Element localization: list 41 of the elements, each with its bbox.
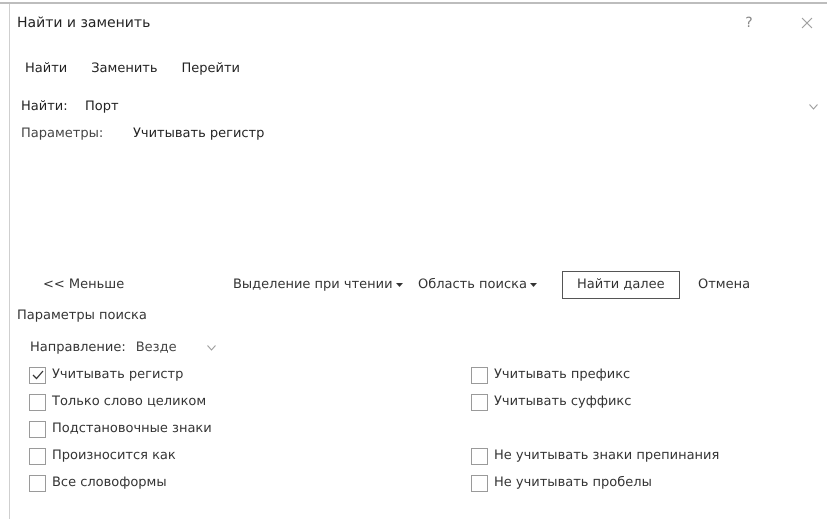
checkbox-label: Учитывать регистр	[52, 366, 184, 384]
checkbox[interactable]	[29, 394, 46, 410]
checkbox[interactable]	[471, 394, 488, 410]
help-button[interactable]: ?	[734, 12, 764, 34]
checkbox-label: Не учитывать пробелы	[494, 474, 652, 492]
checkbox[interactable]	[471, 366, 488, 384]
direction-label: Направление:	[30, 338, 126, 357]
caret-icon	[396, 282, 403, 286]
dialog-button[interactable]: Отмена	[692, 270, 756, 298]
checkbox-label: Все словоформы	[52, 474, 167, 492]
tab[interactable]: Найти	[25, 59, 68, 78]
menu-button[interactable]: Выделение при чтении	[227, 270, 409, 298]
checkbox[interactable]	[29, 474, 46, 492]
menu-button[interactable]: Область поиска	[412, 270, 543, 298]
checkbox[interactable]	[29, 448, 46, 464]
dropdown-chevron-icon	[809, 104, 818, 110]
checkbox[interactable]	[471, 448, 488, 464]
checkbox-label: Не учитывать знаки препинания	[494, 447, 720, 466]
checkmark-icon	[32, 370, 44, 380]
tab[interactable]: Перейти	[182, 59, 240, 78]
parameters-value: Учитывать регистр	[133, 124, 264, 143]
parameters-label: Параметры:	[21, 124, 104, 143]
tab[interactable]: Заменить	[91, 59, 158, 78]
dialog-button[interactable]: Найти далее	[562, 270, 680, 298]
section-title: Параметры поиска	[17, 306, 147, 324]
checkbox-label: Учитывать суффикс	[494, 393, 632, 412]
find-label: Найти:	[21, 98, 69, 116]
close-icon	[801, 17, 813, 29]
checkbox-label: Только слово целиком	[52, 393, 206, 412]
window-title: Найти и заменить	[17, 14, 152, 32]
direction-dropdown[interactable]: Везде	[136, 338, 216, 358]
dialog-button[interactable]: << Меньше	[37, 270, 130, 298]
checkbox-label: Подстановочные знаки	[52, 420, 212, 438]
find-field[interactable]: Порт	[85, 96, 822, 116]
checkbox[interactable]	[29, 420, 46, 438]
checkbox-label: Произносится как	[52, 447, 176, 466]
checkbox[interactable]	[29, 366, 46, 384]
caret-icon	[530, 282, 537, 286]
checkbox-label: Учитывать префикс	[494, 366, 630, 384]
dropdown-chevron-icon	[206, 344, 216, 350]
checkbox[interactable]	[471, 474, 488, 492]
